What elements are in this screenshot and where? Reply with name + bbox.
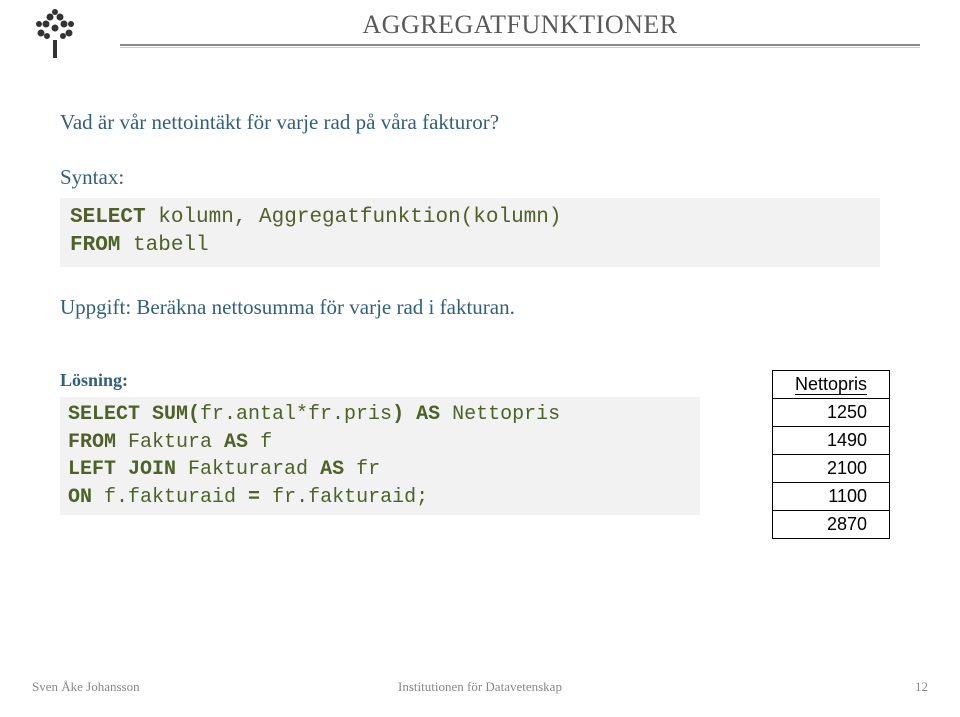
syntax-code-box: SELECT kolumn, Aggregatfunktion(kolumn) …	[60, 198, 880, 267]
uppgift-text: Uppgift: Beräkna nettosumma för varje ra…	[60, 295, 515, 320]
code-text: fr.fakturaid;	[260, 486, 428, 509]
syntax-block: Syntax: SELECT kolumn, Aggregatfunktion(…	[60, 165, 880, 267]
table-cell: 2870	[772, 511, 889, 539]
code-text: fr	[344, 458, 380, 481]
code-text: Faktura	[116, 431, 224, 454]
kw-from: FROM	[70, 234, 120, 257]
table-header: Nettopris	[772, 371, 889, 399]
kw: ON	[68, 486, 92, 509]
code-text: tabell	[120, 234, 208, 257]
table-cell: 2100	[772, 455, 889, 483]
table-header-text: Nettopris	[795, 374, 867, 395]
solution-block: Lösning: SELECT SUM(fr.antal*fr.pris) AS…	[60, 370, 700, 515]
title-underline	[120, 44, 920, 46]
syntax-label: Syntax:	[60, 165, 880, 190]
table-cell: 1490	[772, 427, 889, 455]
solution-label: Lösning:	[60, 370, 700, 391]
syntax-code: SELECT kolumn, Aggregatfunktion(kolumn) …	[70, 204, 870, 261]
kw: =	[248, 486, 260, 509]
intro-text: Vad är vår nettointäkt för varje rad på …	[60, 110, 499, 135]
kw: SELECT SUM(	[68, 403, 200, 426]
table-row: 1100	[772, 483, 889, 511]
slide-title: AGGREGATFUNKTIONER	[120, 10, 920, 40]
table-cell: 1100	[772, 483, 889, 511]
footer: Sven Åke Johansson Institutionen för Dat…	[0, 679, 960, 699]
kw: FROM	[68, 431, 116, 454]
table-row: 2870	[772, 511, 889, 539]
footer-institution: Institutionen för Datavetenskap	[0, 679, 960, 695]
kw: LEFT JOIN	[68, 458, 176, 481]
code-text: fr.antal*fr.pris	[200, 403, 392, 426]
code-text: f.fakturaid	[92, 486, 248, 509]
kw: AS	[224, 431, 248, 454]
code-text: Fakturarad	[176, 458, 320, 481]
kw: ) AS	[392, 403, 440, 426]
kw: AS	[320, 458, 344, 481]
table-row: 1250	[772, 399, 889, 427]
code-text: kolumn, Aggregatfunktion(kolumn)	[146, 206, 562, 229]
code-text: Nettopris	[440, 403, 560, 426]
table-cell: 1250	[772, 399, 889, 427]
kw-select: SELECT	[70, 206, 146, 229]
page-number: 12	[915, 679, 928, 695]
solution-code: SELECT SUM(fr.antal*fr.pris) AS Nettopri…	[60, 397, 700, 515]
title-bar: AGGREGATFUNKTIONER	[120, 10, 920, 46]
table-row: 1490	[772, 427, 889, 455]
table-row: 2100	[772, 455, 889, 483]
tree-logo-icon	[28, 6, 82, 60]
result-table: Nettopris 1250 1490 2100 1100 2870	[772, 370, 890, 539]
code-text: f	[248, 431, 272, 454]
